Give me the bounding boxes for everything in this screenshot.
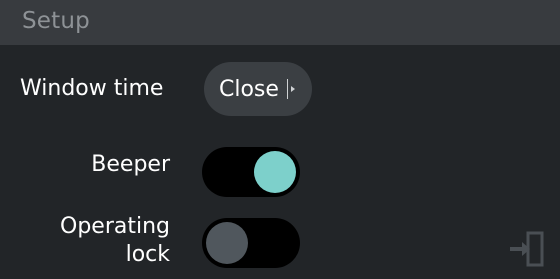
operating-lock-label: Operating lock <box>40 213 170 269</box>
operating-lock-toggle[interactable] <box>202 218 300 268</box>
window-time-select[interactable]: Close <box>204 62 312 116</box>
header-bar: Setup <box>0 0 560 45</box>
operating-lock-label-line1: Operating <box>60 214 170 239</box>
operating-lock-label-line2: lock <box>125 242 170 267</box>
window-time-label: Window time <box>20 76 164 101</box>
window-time-value: Close <box>219 76 279 102</box>
exit-icon[interactable] <box>506 226 550 270</box>
page-title: Setup <box>22 8 90 34</box>
beeper-toggle[interactable] <box>202 147 300 197</box>
operating-lock-toggle-knob <box>206 222 248 264</box>
beeper-toggle-knob <box>254 151 296 193</box>
setup-screen: Setup Window time Close Beeper Operating… <box>0 0 560 279</box>
caret-arrow-icon <box>290 86 295 92</box>
dropdown-caret-icon <box>286 79 295 99</box>
beeper-label: Beeper <box>91 152 170 177</box>
